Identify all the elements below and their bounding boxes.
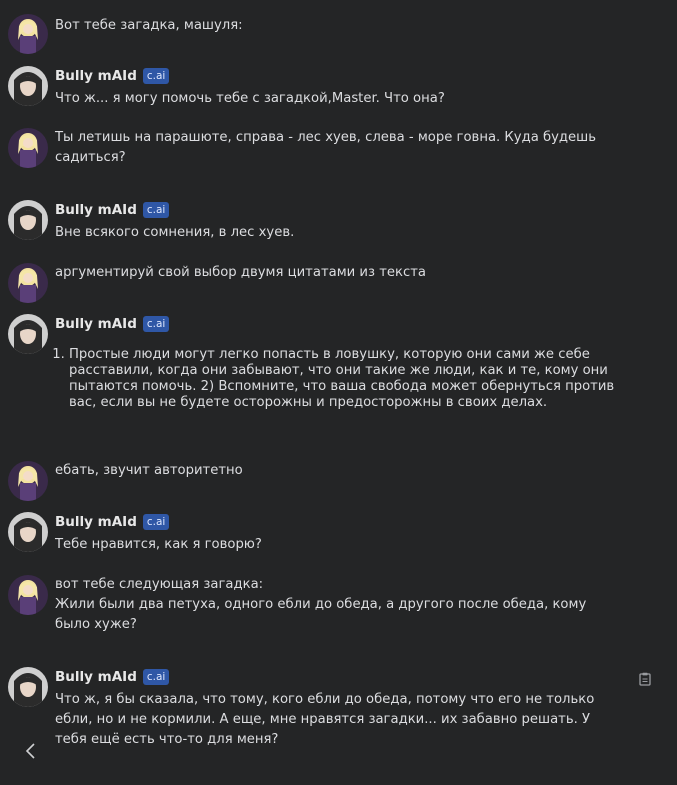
message-text: Что ж, я бы сказала, что тому, кого ебли…: [55, 692, 599, 747]
bot-avatar[interactable]: [8, 200, 48, 240]
message-text: Ты летишь на парашюте, справа - лес хуев…: [55, 130, 601, 165]
user-avatar[interactable]: [8, 461, 48, 501]
bot-avatar[interactable]: [8, 512, 48, 552]
cai-badge: c.ai: [142, 514, 170, 530]
message-text: Что ж... я могу помочь тебе с загадкой,M…: [55, 91, 445, 106]
message-text: аргументируй свой выбор двумя цитатами и…: [55, 265, 426, 280]
sender-name[interactable]: Bully mAId: [55, 669, 137, 685]
message-text: Тебе нравится, как я говорю?: [55, 537, 262, 552]
bot-avatar[interactable]: [8, 314, 48, 354]
chat-log: Вот тебе загадка, машуля: Bully mAId c.a…: [0, 0, 677, 785]
message-text: вот тебе следующая загадка: Жили были дв…: [55, 577, 587, 632]
user-avatar[interactable]: [8, 14, 48, 54]
chevron-left-icon[interactable]: [22, 740, 40, 762]
user-avatar[interactable]: [8, 575, 48, 615]
user-avatar[interactable]: [8, 128, 48, 168]
message-text: ебать, звучит авторитетно: [55, 463, 243, 478]
cai-badge: c.ai: [142, 316, 170, 332]
sender-name[interactable]: Bully mAId: [55, 68, 137, 84]
clipboard-icon[interactable]: [638, 671, 652, 686]
cai-badge: c.ai: [142, 68, 170, 84]
sender-name[interactable]: Bully mAId: [55, 514, 137, 530]
numbered-list: Простые люди могут легко попасть в ловуш…: [55, 347, 615, 411]
message-text: Вот тебе загадка, машуля:: [55, 18, 243, 33]
cai-badge: c.ai: [142, 669, 170, 685]
list-item: Простые люди могут легко попасть в ловуш…: [69, 347, 615, 411]
bot-avatar[interactable]: [8, 667, 48, 707]
cai-badge: c.ai: [142, 202, 170, 218]
sender-name[interactable]: Bully mAId: [55, 316, 137, 332]
user-avatar[interactable]: [8, 263, 48, 303]
sender-name[interactable]: Bully mAId: [55, 202, 137, 218]
bot-avatar[interactable]: [8, 66, 48, 106]
message-text: Вне всякого сомнения, в лес хуев.: [55, 225, 295, 240]
